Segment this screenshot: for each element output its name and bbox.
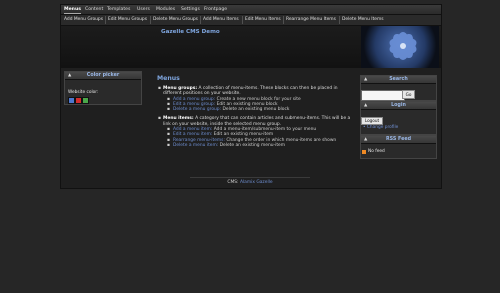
bullet-icon: ▪ [167, 142, 170, 148]
nav-frontpage[interactable]: Frontpage [204, 7, 227, 12]
page-title: Menus [157, 75, 180, 82]
subnav-divider [283, 16, 284, 24]
bullet-icon: • [363, 125, 366, 130]
bullet-icon: ▪ [158, 116, 161, 122]
subnav-divider [200, 16, 201, 24]
flower-image [361, 26, 439, 68]
color-swatch-red[interactable] [75, 97, 82, 104]
list-item: ▪ Delete a menu group: Delete an existin… [157, 107, 355, 112]
subnav-delete-menu-items[interactable]: Delete Menu Items [342, 17, 384, 22]
search-go-button[interactable]: Go [402, 90, 415, 99]
main-content: Menus ▪ Menu groups: A collection of men… [157, 75, 355, 148]
list-item-text: Delete an existing menu block [222, 107, 290, 113]
subnav-divider [339, 16, 340, 24]
bullet-icon: ▪ [167, 107, 170, 113]
subnav-rearrange-menu-items[interactable]: Rearrange Menu Items [286, 17, 336, 22]
list-item-text: Delete an existing menu-item [219, 142, 286, 148]
nav-templates[interactable]: Templates [107, 7, 130, 12]
header-banner: Gazelle CMS Demo [61, 26, 441, 68]
search-box: ▲ Search Go [360, 75, 437, 101]
login-box: ▲ Login Logout • Change profile [360, 101, 437, 135]
subnav-delete-menu-groups[interactable]: Delete Menu Groups [153, 17, 198, 22]
subnav-edit-menu-groups[interactable]: Edit Menu Groups [108, 17, 147, 22]
delete-menu-group-link[interactable]: Delete a menu group: [173, 107, 221, 112]
menu-items-label: Menu items: [163, 116, 194, 122]
search-input[interactable] [361, 90, 405, 101]
footer: CMS: Alamix Gazelle [0, 180, 500, 185]
rss-icon [362, 150, 366, 154]
nav-users[interactable]: Users [137, 7, 150, 12]
color-picker-title: Color picker [86, 73, 120, 78]
footer-link[interactable]: Alamix Gazelle [240, 180, 273, 185]
color-picker-box: ▲ Color picker Website color: [64, 71, 142, 105]
color-picker-header: ▲ Color picker [65, 72, 141, 80]
color-swatch-green[interactable] [82, 97, 89, 104]
search-header: ▲ Search [361, 76, 436, 84]
rss-box: ▲ RSS Feed No feed [360, 135, 437, 159]
subnav-divider [242, 16, 243, 24]
search-title: Search [389, 77, 408, 82]
footer-divider [190, 177, 310, 178]
site-title: Gazelle CMS Demo [161, 29, 220, 35]
nav-settings[interactable]: Settings [181, 7, 200, 12]
color-swatch-blue[interactable] [68, 97, 75, 104]
sub-nav: Add Menu Groups Edit Menu Groups Delete … [61, 15, 441, 26]
website-color-label: Website color: [68, 90, 99, 95]
flower-icon [389, 32, 417, 60]
footer-prefix: CMS: [227, 180, 239, 185]
menu-groups-description: ▪ Menu groups: A collection of menu-item… [157, 86, 355, 97]
subnav-edit-menu-items[interactable]: Edit Menu Items [245, 17, 281, 22]
rss-title: RSS Feed [385, 137, 412, 142]
nav-menus[interactable]: Menus [64, 7, 81, 14]
change-profile-label: Change profile [366, 125, 399, 130]
main-nav: Menus Content Templates Users Modules Se… [61, 5, 441, 15]
delete-menu-item-link[interactable]: Delete a menu item: [173, 143, 218, 148]
no-feed-text: No feed [368, 149, 385, 154]
list-item: ▪ Delete a menu item: Delete an existing… [157, 143, 355, 148]
subnav-add-menu-groups[interactable]: Add Menu Groups [64, 17, 103, 22]
logout-button[interactable]: Logout [361, 117, 383, 125]
bullet-icon: ▪ [158, 86, 161, 91]
subnav-divider [150, 16, 151, 24]
menu-items-description: ▪ Menu items: A category that can contai… [157, 116, 355, 127]
subnav-divider [105, 16, 106, 24]
rss-header: ▲ RSS Feed [361, 136, 436, 144]
subnav-add-menu-items[interactable]: Add Menu Items [203, 17, 239, 22]
change-profile-link[interactable]: • Change profile [363, 125, 398, 130]
login-title: Login [391, 103, 406, 108]
login-header: ▲ Login [361, 102, 436, 110]
nav-modules[interactable]: Modules [156, 7, 175, 12]
nav-content[interactable]: Content [85, 7, 103, 12]
